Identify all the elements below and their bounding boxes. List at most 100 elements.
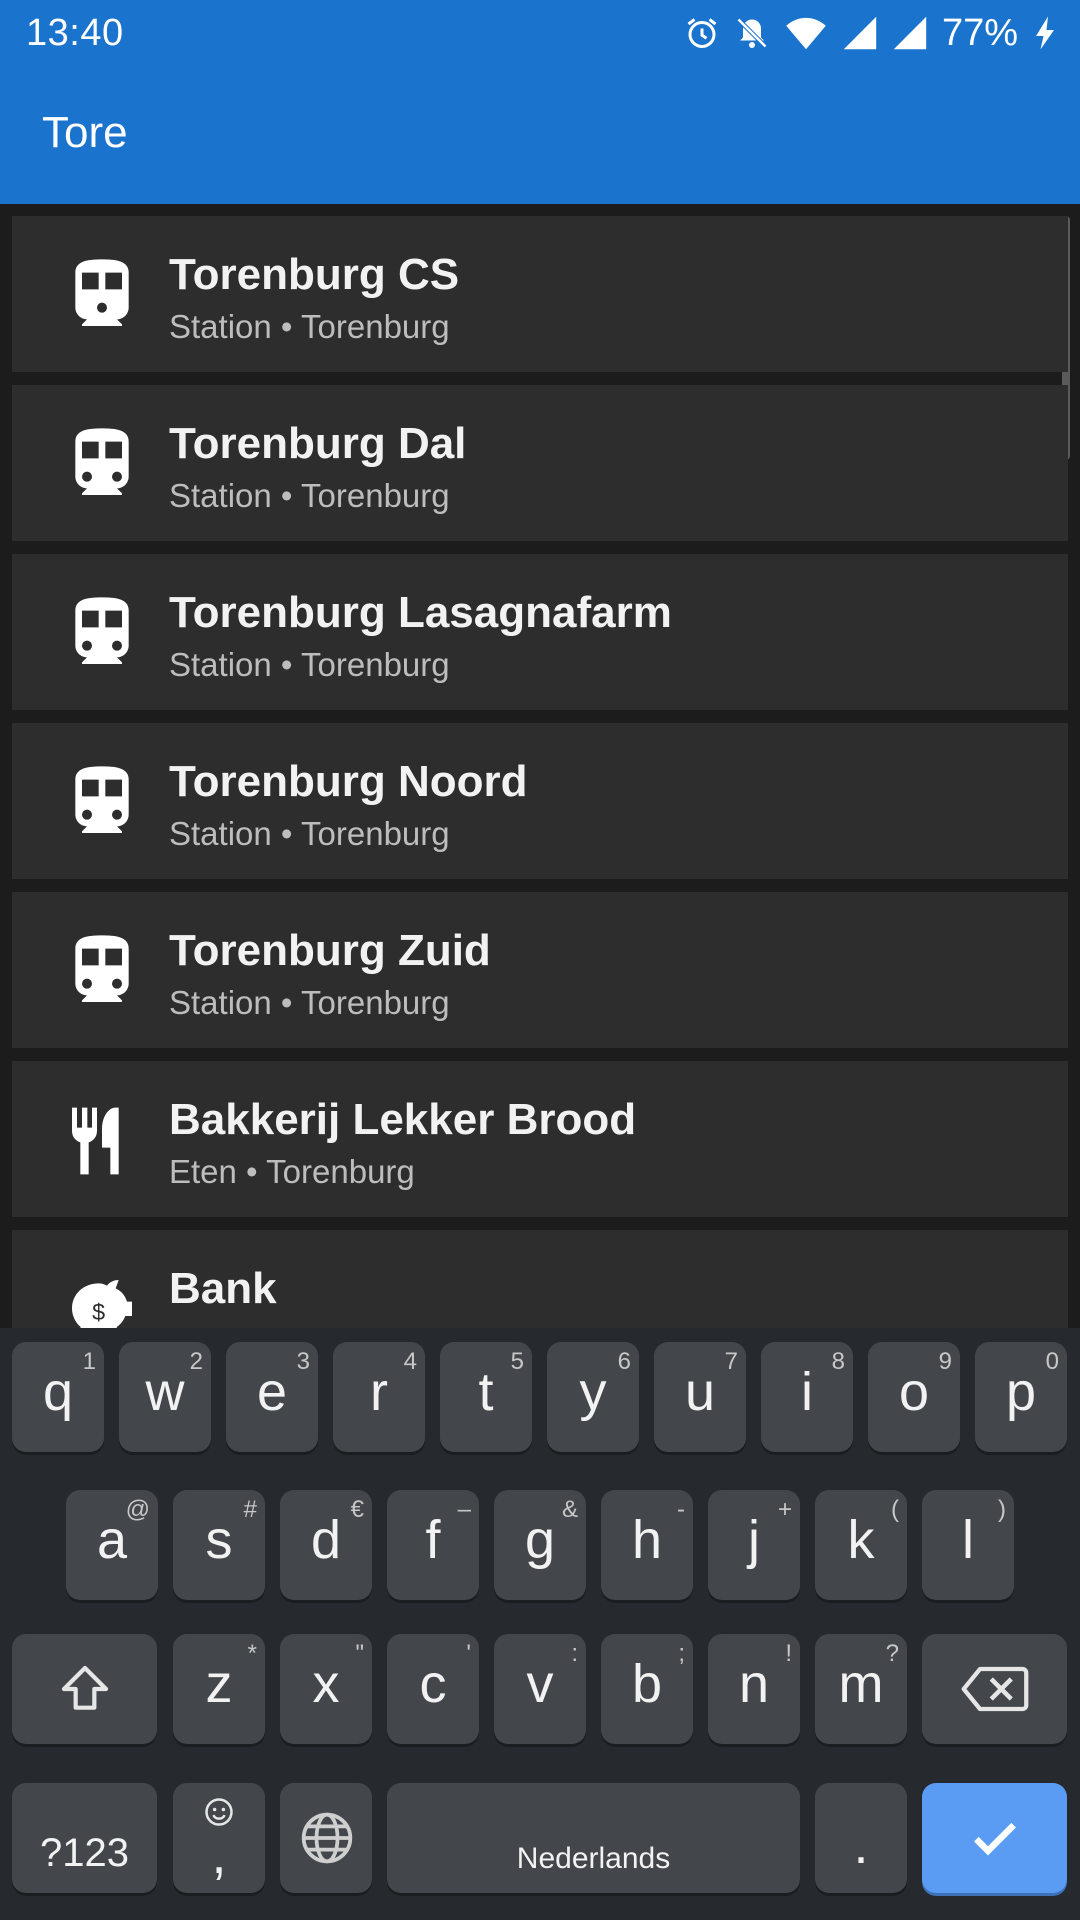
key-hint: 8 [831,1348,845,1375]
train-icon [62,763,142,843]
key-hint: " [355,1640,364,1667]
key-hint: 3 [296,1348,310,1375]
key-label: c [419,1654,447,1714]
backspace-icon [961,1666,1029,1712]
key-hint: ; [678,1640,685,1667]
key-label: ?123 [40,1831,129,1875]
alarm-icon [684,15,720,51]
key-hint: & [561,1496,578,1523]
key-c[interactable]: c ' [387,1634,479,1744]
key-i[interactable]: i8 [761,1342,853,1452]
key-z[interactable]: z * [173,1634,265,1744]
train-icon [62,932,142,1012]
list-item[interactable]: $ Bank [12,1230,1068,1328]
status-time: 13:40 [26,12,124,54]
key-hint: € [350,1496,364,1523]
list-item[interactable]: Torenburg Lasagnafarm Station • Torenbur… [12,554,1068,710]
wifi-icon [784,15,828,51]
key-hint: - [677,1496,685,1523]
globe-icon [301,1812,353,1864]
piggy-bank-icon: $ [62,1270,142,1328]
key-hint: 1 [82,1348,96,1375]
result-subtitle: Station • Torenburg [169,477,450,514]
key-y[interactable]: y6 [547,1342,639,1452]
list-item[interactable]: Torenburg Zuid Station • Torenburg [12,892,1068,1048]
result-title: Torenburg Noord [169,757,528,806]
key-x[interactable]: x " [280,1634,372,1744]
key-hint: # [243,1496,257,1523]
key-hint: 0 [1045,1348,1059,1375]
key-label: , [211,1825,227,1885]
search-query-text[interactable]: Tore [42,108,128,158]
backspace-key[interactable] [922,1634,1067,1744]
key-u[interactable]: u7 [654,1342,746,1452]
key-d[interactable]: d € [280,1490,372,1600]
key-v[interactable]: v: [494,1634,586,1744]
list-item[interactable]: Torenburg Noord Station • Torenburg [12,723,1068,879]
language-key[interactable] [280,1783,372,1893]
list-item[interactable]: Bakkerij Lekker Brood Eten • Torenburg [12,1061,1068,1217]
enter-key[interactable] [922,1783,1067,1893]
key-hint: * [247,1640,257,1667]
result-title: Torenburg CS [169,250,460,299]
key-q[interactable]: q1 [12,1342,104,1452]
search-results-list[interactable]: Torenburg CS Station • Torenburg Torenbu… [0,204,1080,1328]
result-subtitle: Station • Torenburg [169,646,450,683]
result-subtitle: Station • Torenburg [169,815,450,852]
key-hint: ) [998,1496,1006,1523]
key-a[interactable]: a @ [66,1490,158,1600]
period-key[interactable]: . [815,1783,907,1893]
key-s[interactable]: s # [173,1490,265,1600]
result-subtitle: Eten • Torenburg [169,1153,415,1190]
key-h[interactable]: h- [601,1490,693,1600]
cell-signal-icon [892,15,928,51]
key-e[interactable]: e3 [226,1342,318,1452]
key-hint: @ [125,1496,150,1523]
key-k[interactable]: k( [815,1490,907,1600]
svg-text:$: $ [92,1299,105,1325]
key-g[interactable]: g & [494,1490,586,1600]
key-n[interactable]: n! [708,1634,800,1744]
key-hint: 6 [617,1348,631,1375]
key-hint: ' [466,1640,471,1667]
key-hint: ? [885,1640,899,1667]
train-icon [62,256,142,336]
shift-key[interactable] [12,1634,157,1744]
result-title: Bakkerij Lekker Brood [169,1095,637,1144]
checkmark-icon [974,1822,1016,1856]
key-j[interactable]: j + [708,1490,800,1600]
result-subtitle: Station • Torenburg [169,308,450,345]
status-icons: 77% [684,10,1058,56]
key-r[interactable]: r4 [333,1342,425,1452]
result-title: Torenburg Lasagnafarm [169,588,672,637]
result-title: Torenburg Zuid [169,926,491,975]
key-hint: 7 [724,1348,738,1375]
symbols-key[interactable]: ?123 [12,1783,157,1893]
notifications-off-icon [734,15,770,51]
key-hint: 4 [403,1348,417,1375]
result-title: Bank [169,1264,277,1313]
key-hint: 5 [510,1348,524,1375]
key-hint: ( [891,1496,899,1523]
list-item[interactable]: Torenburg Dal Station • Torenburg [12,385,1068,541]
list-item[interactable]: Torenburg CS Station • Torenburg [12,216,1068,372]
key-hint: 2 [189,1348,203,1375]
key-o[interactable]: o9 [868,1342,960,1452]
key-p[interactable]: p0 [975,1342,1067,1452]
key-m[interactable]: m? [815,1634,907,1744]
comma-emoji-key[interactable]: , [173,1783,265,1893]
key-hint: 9 [938,1348,952,1375]
key-label: Nederlands [516,1842,671,1875]
key-w[interactable]: w2 [119,1342,211,1452]
shift-icon [61,1665,109,1710]
key-t[interactable]: t5 [440,1342,532,1452]
cell-signal-icon [842,15,878,51]
key-hint: – [457,1496,471,1523]
key-l[interactable]: l) [922,1490,1014,1600]
key-hint: ! [785,1640,792,1667]
restaurant-icon [62,1101,142,1181]
key-f[interactable]: f – [387,1490,479,1600]
space-key[interactable]: Nederlands [387,1783,800,1893]
train-icon [62,425,142,505]
key-b[interactable]: b; [601,1634,693,1744]
